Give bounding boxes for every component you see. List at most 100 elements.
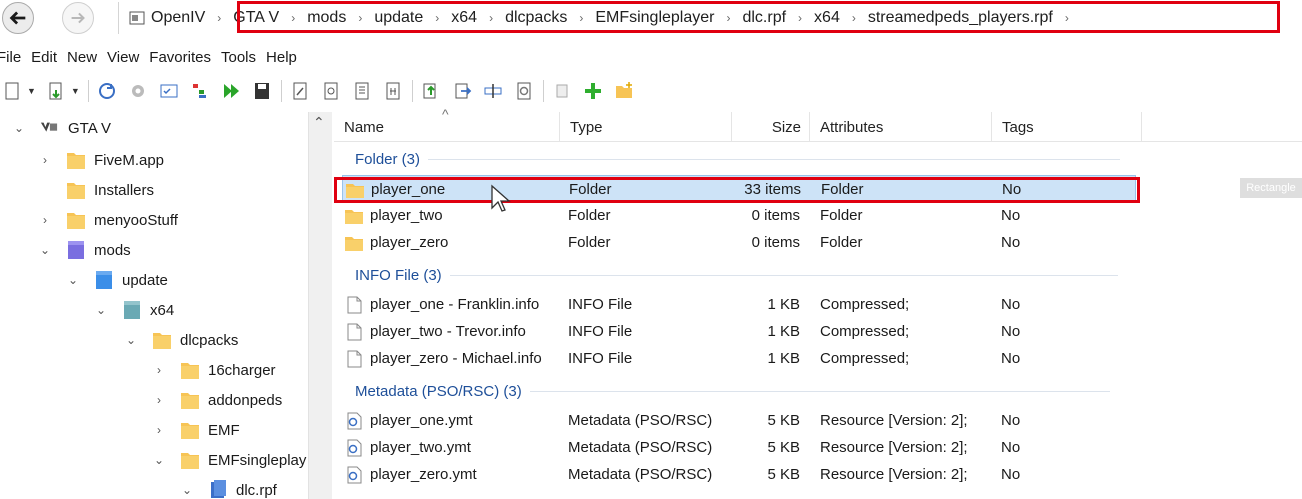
tree-item[interactable]: › addonpeds [152,386,282,414]
folder-icon [180,419,200,441]
tree-view-button[interactable] [188,79,212,103]
tree-item[interactable]: ⌄ dlcpacks [124,326,238,354]
import-button[interactable] [44,79,68,103]
tree-item[interactable]: ⌄ dlc.rpf [180,476,277,499]
properties-button[interactable] [550,79,574,103]
collapse-icon[interactable]: ⌄ [152,453,166,467]
tree-item[interactable]: › 16charger [152,356,276,384]
breadcrumb-segment[interactable]: › GTA V [205,9,279,27]
rename-button[interactable] [481,79,505,103]
menu-edit[interactable]: Edit [26,49,62,66]
breadcrumb-segment[interactable]: › EMFsingleplayer [567,9,714,27]
column-attributes-header[interactable]: Attributes [810,112,992,142]
menu-tools[interactable]: Tools [216,49,261,66]
expand-icon[interactable]: › [152,423,166,437]
expand-icon[interactable]: › [152,363,166,377]
refresh-button[interactable] [95,79,119,103]
tree-item[interactable]: ⌄ update [66,266,168,294]
group-header-label: Folder (3) [355,150,421,168]
expand-icon[interactable]: › [38,153,52,167]
breadcrumb-expand-arrow[interactable]: › [1053,11,1081,25]
tree-structure-icon [192,84,206,98]
file-row[interactable]: player_one Folder 33 items Folder No [342,175,1136,202]
column-type-header[interactable]: Type [560,112,732,142]
convert-button[interactable] [512,79,536,103]
save-button[interactable] [250,79,274,103]
file-row[interactable]: player_two.ymt Metadata (PSO/RSC) 5 KB Reso… [342,434,1136,461]
collapse-icon[interactable]: ⌄ [180,483,194,497]
file-row[interactable]: player_zero - Michael.info INFO File 1 KB C… [342,345,1136,372]
file-name: player_zero - Michael.info [370,350,542,367]
column-size-header[interactable]: Size [732,112,810,142]
breadcrumb-segment[interactable]: › dlcpacks [477,9,567,27]
tree-item[interactable]: ⌄ mods [38,236,131,264]
file-row[interactable]: player_two - Trevor.info INFO File 1 KB Com… [342,318,1136,345]
replace-button[interactable] [450,79,474,103]
file-row[interactable]: player_two Folder 0 items Folder No [342,202,1136,229]
collapse-icon[interactable]: ⌄ [94,303,108,317]
group-header[interactable]: INFO File (3) [355,262,1118,288]
breadcrumb-separator-icon: › [489,11,494,25]
tree-item[interactable]: › menyooStuff [38,206,178,234]
breadcrumb-segment[interactable]: › x64 [786,9,840,27]
play-all-button[interactable] [219,79,243,103]
file-size: 5 KB [767,412,800,429]
breadcrumb-segment[interactable]: › update [346,9,423,27]
text-view-button[interactable] [350,79,374,103]
file-row[interactable]: player_zero.ymt Metadata (PSO/RSC) 5 KB Res… [342,461,1136,488]
edit-button[interactable] [288,79,312,103]
tree-item[interactable]: › EMF [152,416,240,444]
breadcrumb-app[interactable]: OpenIV [151,9,205,27]
group-header[interactable]: Metadata (PSO/RSC) (3) [355,378,1110,404]
breadcrumb-segment[interactable]: › streamedpeds_players.rpf [840,9,1053,27]
tree-item[interactable]: ⌄ EMFsingleplay [152,446,306,474]
menu-help[interactable]: Help [261,49,302,66]
file-row[interactable]: player_one - Franklin.info INFO File 1 KB C… [342,291,1136,318]
column-tags-header[interactable]: Tags [992,112,1142,142]
expand-icon[interactable]: › [152,393,166,407]
breadcrumb-segment[interactable]: › x64 [423,9,477,27]
scroll-up-arrow[interactable]: ⌃ [313,114,325,131]
hex-view-button[interactable] [381,79,405,103]
breadcrumb-segment[interactable]: › mods [279,9,346,27]
collapse-icon[interactable]: ⌄ [124,333,138,347]
tree-item[interactable]: ⌄ x64 [94,296,174,324]
tree-item[interactable]: › FiveM.app [38,146,164,174]
tree-item[interactable]: Installers [38,176,154,204]
folder-icon [180,449,200,471]
collapse-icon[interactable]: ⌄ [12,121,26,135]
collapse-icon[interactable]: ⌄ [38,243,52,257]
tree-root[interactable]: ⌄ GTA V [0,114,111,142]
new-folder-button[interactable] [612,79,636,103]
breadcrumb-segment[interactable]: › dlc.rpf [714,9,786,27]
new-dropdown-arrow[interactable]: ▼ [27,86,36,96]
forward-button[interactable] [62,2,94,34]
file-name-cell: player_two [344,202,443,229]
add-button[interactable] [581,79,605,103]
back-button[interactable] [2,2,34,34]
file-tags: No [1001,296,1021,313]
menu-view[interactable]: View [102,49,144,66]
new-file-button[interactable] [0,79,24,103]
column-name-label: Name [344,118,385,136]
address-bar: OpenIV › GTA V › mods › update › x64 › dlcpacks › E… [0,0,1302,36]
menu-new[interactable]: New [62,49,102,66]
column-name-header[interactable]: Name ^ [334,106,560,142]
file-row[interactable]: player_zero Folder 0 items Folder No [342,229,1136,256]
gta-logo-icon [40,122,58,132]
checklist-button[interactable] [157,79,181,103]
file-row[interactable]: player_one.ymt Metadata (PSO/RSC) 5 KB Reso… [342,407,1136,434]
import-dropdown-arrow[interactable]: ▼ [71,86,80,96]
menu-file[interactable]: File [0,49,26,66]
search-button[interactable] [319,79,343,103]
folder-tree[interactable]: ⌄ GTA V › FiveM.app Installers › menyooStuff… [0,112,333,499]
collapse-icon[interactable]: ⌄ [66,273,80,287]
file-list[interactable]: Name ^ Type Size Attributes Tags Folder … [334,106,1302,499]
tree-scrollbar[interactable]: ⌃ [308,112,332,499]
group-header[interactable]: Folder (3) [355,146,1121,172]
breadcrumb-label: mods [307,9,347,26]
menu-favorites[interactable]: Favorites [144,49,216,66]
expand-icon[interactable]: › [38,213,52,227]
extract-button[interactable] [419,79,443,103]
settings-button[interactable] [126,79,150,103]
